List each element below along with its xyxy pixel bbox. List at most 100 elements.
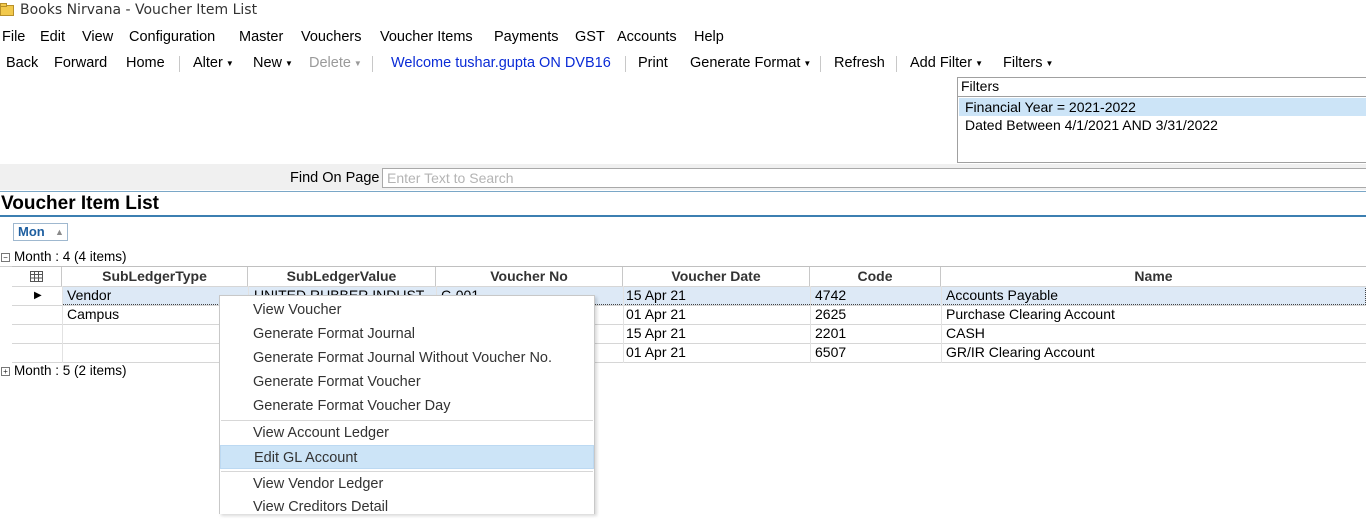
page-title: Voucher Item List <box>1 193 160 214</box>
menu-payments[interactable]: Payments <box>494 29 558 45</box>
cell-subledger-type: Vendor <box>67 287 112 303</box>
select-all-header[interactable] <box>12 267 62 286</box>
divider <box>0 215 1366 217</box>
row-divider <box>12 305 1366 306</box>
menu-item-view-account-ledger[interactable]: View Account Ledger <box>220 421 594 445</box>
window-title: Books Nirvana - Voucher Item List <box>20 2 258 18</box>
delete-button[interactable]: Delete ▼ <box>309 55 362 71</box>
row-divider <box>12 343 1366 344</box>
toolbar-separator <box>820 56 821 72</box>
menu-gst[interactable]: GST <box>575 29 605 45</box>
menu-item-generate-format-journal-without-voucher-no[interactable]: Generate Format Journal Without Voucher … <box>220 346 594 370</box>
caret-down-icon: ▼ <box>975 58 983 68</box>
expand-icon[interactable]: + <box>1 367 10 376</box>
menu-item-view-voucher[interactable]: View Voucher <box>220 298 594 322</box>
divider <box>0 191 1366 192</box>
delete-label: Delete <box>309 55 351 71</box>
cell-name: GR/IR Clearing Account <box>946 344 1095 360</box>
title-bar: Books Nirvana - Voucher Item List <box>0 0 1366 22</box>
menu-edit[interactable]: Edit <box>40 29 65 45</box>
filter-item-dated-between[interactable]: Dated Between 4/1/2021 AND 3/31/2022 <box>959 116 1366 134</box>
cell-name: CASH <box>946 325 985 341</box>
cell-code: 4742 <box>815 287 847 303</box>
menu-configuration[interactable]: Configuration <box>129 29 215 45</box>
filters-divider <box>958 96 1366 97</box>
column-divider <box>941 286 942 363</box>
menu-vouchers[interactable]: Vouchers <box>301 29 361 45</box>
filters-label: Filters <box>1003 55 1043 71</box>
cell-code: 6507 <box>815 344 847 360</box>
row-divider <box>12 324 1366 325</box>
alter-label: Alter <box>193 55 223 71</box>
column-divider <box>810 286 811 363</box>
new-button[interactable]: New ▼ <box>253 55 293 71</box>
column-divider <box>62 286 63 363</box>
caret-down-icon: ▼ <box>1045 58 1054 68</box>
column-header-voucher-date[interactable]: Voucher Date <box>623 267 810 286</box>
add-filter-button[interactable]: Add Filter ▼ <box>910 55 983 71</box>
row-divider <box>12 362 1366 363</box>
column-header-subledgertype[interactable]: SubLedgerType <box>62 267 248 286</box>
cell-voucher-date: 01 Apr 21 <box>626 344 686 360</box>
menu-help[interactable]: Help <box>694 29 724 45</box>
menu-master[interactable]: Master <box>239 29 283 45</box>
menu-item-generate-format-voucher[interactable]: Generate Format Voucher <box>220 370 594 394</box>
menu-item-edit-gl-account[interactable]: Edit GL Account <box>220 445 594 469</box>
forward-button[interactable]: Forward <box>54 55 107 71</box>
new-label: New <box>253 55 283 71</box>
menu-view[interactable]: View <box>82 29 113 45</box>
menu-item-view-creditors-detail[interactable]: View Creditors Detail <box>220 495 594 519</box>
filter-item-financial-year[interactable]: Financial Year = 2021-2022 <box>959 98 1366 116</box>
print-button[interactable]: Print <box>638 55 668 71</box>
collapse-icon[interactable]: − <box>1 253 10 262</box>
sort-up-icon: ▲ <box>55 227 64 237</box>
menu-file[interactable]: File <box>2 29 25 45</box>
home-button[interactable]: Home <box>126 55 165 71</box>
column-header-subledgervalue[interactable]: SubLedgerValue <box>248 267 436 286</box>
menu-item-generate-format-voucher-day[interactable]: Generate Format Voucher Day <box>220 394 594 418</box>
search-input[interactable] <box>382 168 1366 188</box>
group-by-month-button[interactable]: Mon ▲ <box>13 223 68 241</box>
cell-voucher-date: 01 Apr 21 <box>626 306 686 322</box>
menu-item-generate-format-journal[interactable]: Generate Format Journal <box>220 322 594 346</box>
add-filter-label: Add Filter <box>910 55 973 71</box>
filters-panel-header: Filters <box>961 78 1000 94</box>
generate-format-label: Generate Format <box>690 55 801 71</box>
menu-item-view-vendor-ledger[interactable]: View Vendor Ledger <box>220 472 594 496</box>
caret-down-icon: ▼ <box>353 58 362 68</box>
cell-name: Accounts Payable <box>946 287 1059 303</box>
toolbar-separator <box>372 56 373 72</box>
menu-accounts[interactable]: Accounts <box>617 29 677 45</box>
caret-down-icon: ▼ <box>285 58 293 68</box>
cell-subledger-type: Campus <box>67 306 120 322</box>
filters-button[interactable]: Filters ▼ <box>1003 55 1053 71</box>
toolbar-separator <box>625 56 626 72</box>
group-row-month-5[interactable]: Month : 5 (2 items) <box>14 363 127 378</box>
back-button[interactable]: Back <box>6 55 38 71</box>
group-by-label: Mon <box>18 224 45 239</box>
caret-down-icon: ▼ <box>225 58 234 68</box>
refresh-button[interactable]: Refresh <box>834 55 885 71</box>
column-header-voucher-no[interactable]: Voucher No <box>436 267 623 286</box>
cell-code: 2625 <box>815 306 847 322</box>
toolbar-separator <box>179 56 180 72</box>
find-on-page-label: Find On Page <box>290 170 380 186</box>
cell-name: Purchase Clearing Account <box>946 306 1115 322</box>
cell-voucher-date: 15 Apr 21 <box>626 325 686 341</box>
cell-voucher-date: 15 Apr 21 <box>626 287 686 303</box>
caret-down-icon: ▼ <box>803 58 812 68</box>
column-divider <box>623 286 624 363</box>
column-header-name[interactable]: Name <box>941 267 1366 286</box>
filters-panel: Filters Financial Year = 2021-2022 Dated… <box>957 77 1366 163</box>
context-menu: View Voucher Generate Format Journal Gen… <box>219 295 595 515</box>
menu-voucher-items[interactable]: Voucher Items <box>380 29 473 45</box>
voucher-items-grid: SubLedgerType SubLedgerValue Voucher No … <box>12 266 1366 363</box>
alter-button[interactable]: Alter ▼ <box>193 55 234 71</box>
generate-format-button[interactable]: Generate Format ▼ <box>690 55 811 71</box>
toolbar-separator <box>896 56 897 72</box>
welcome-text: Welcome tushar.gupta ON DVB16 <box>391 55 611 71</box>
app-folder-icon <box>0 3 14 16</box>
column-header-code[interactable]: Code <box>810 267 941 286</box>
group-row-month-4[interactable]: Month : 4 (4 items) <box>14 249 127 264</box>
row-divider <box>12 286 1366 287</box>
